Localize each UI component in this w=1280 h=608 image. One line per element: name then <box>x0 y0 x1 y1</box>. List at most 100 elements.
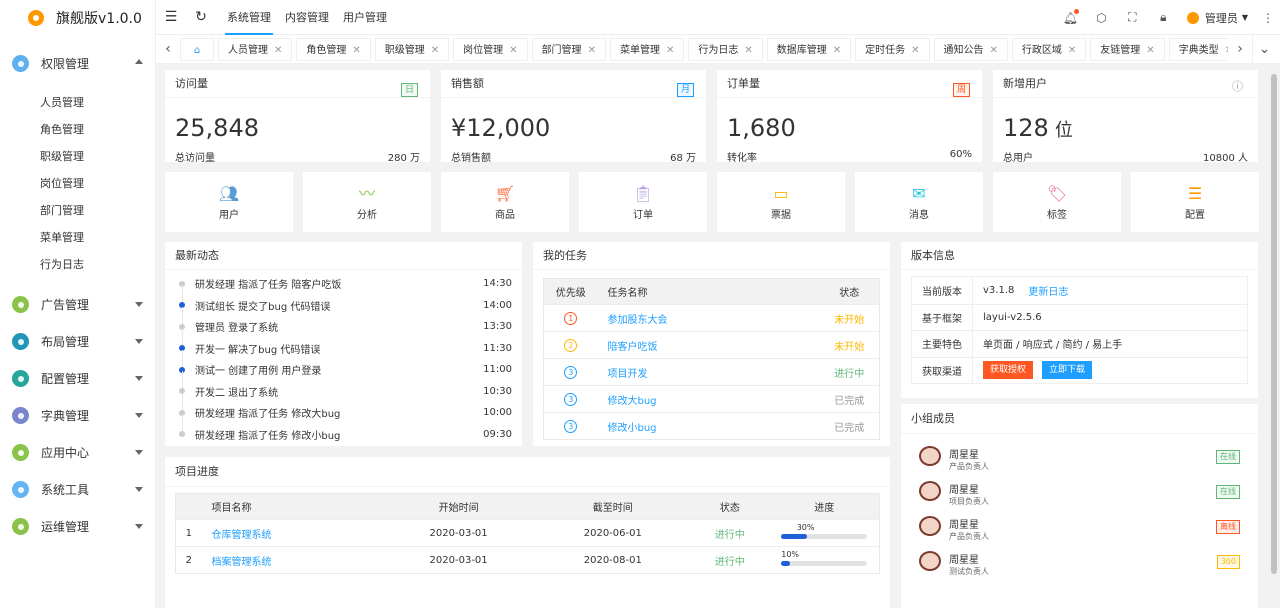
quick-link-users[interactable]: 👥︎ 用户 <box>165 172 293 232</box>
quick-link-label: 用户 <box>219 210 239 221</box>
sidebar-item[interactable]: 角色管理 <box>0 116 155 143</box>
top-right-tools: 🔔︎ ⬡ ⛶ 🔒︎ 管理员 ▼ ⋮ <box>1055 0 1280 35</box>
top-nav-item[interactable]: 系统管理 <box>220 0 278 35</box>
sidebar-group[interactable]: 配置管理 <box>0 360 155 397</box>
stat-sub-label: 总用户 <box>1003 153 1033 164</box>
tab-item[interactable]: 部门管理 ✕ <box>531 37 606 61</box>
bell-icon[interactable]: 🔔︎ <box>1055 0 1086 35</box>
page-scrollbar[interactable] <box>1268 64 1280 608</box>
tab-prev-icon[interactable]: ‹ <box>156 35 180 64</box>
sidebar-group[interactable]: 广告管理 <box>0 286 155 323</box>
close-icon[interactable]: ✕ <box>990 45 998 56</box>
close-icon[interactable]: ✕ <box>352 45 360 56</box>
top-nav-item[interactable]: 用户管理 <box>336 0 394 35</box>
tab-item[interactable]: 菜单管理 ✕ <box>609 37 685 61</box>
pulse-icon: 〰 <box>358 184 375 203</box>
tab-label: 行政区域 <box>1021 44 1062 56</box>
sidebar-item[interactable]: 人员管理 <box>0 89 155 116</box>
task-name-link[interactable]: 项目开发 <box>597 358 820 386</box>
avatar <box>919 551 941 571</box>
lock-icon[interactable]: 🔒︎ <box>1148 0 1179 35</box>
download-button[interactable]: 立即下载 <box>1042 361 1093 380</box>
activity-time: 11:30 <box>483 342 512 354</box>
changelog-link[interactable]: 更新日志 <box>1028 283 1068 298</box>
close-icon[interactable]: ✕ <box>1146 45 1154 56</box>
sidebar-group[interactable]: 运维管理 <box>0 508 155 545</box>
quick-link-sliders[interactable]: ☰ 配置 <box>1131 172 1259 232</box>
sidebar-group[interactable]: 应用中心 <box>0 434 155 471</box>
quick-link-tag[interactable]: 🏷︎ 标签 <box>993 172 1121 232</box>
menu-toggle-icon[interactable]: ☰ <box>156 0 186 35</box>
version-row: 获取渠道 获取授权 立即下载 <box>912 356 1247 383</box>
tab-item[interactable]: 友链管理 ✕ <box>1090 37 1165 61</box>
task-name-link[interactable]: 参加股东大会 <box>597 304 820 332</box>
tab-item[interactable]: 数据库管理 ✕ <box>766 37 852 61</box>
close-icon[interactable]: ✕ <box>509 45 517 56</box>
scrollbar-thumb[interactable] <box>1271 74 1277 574</box>
project-name-link[interactable]: 档案管理系统 <box>201 546 382 574</box>
tab-item[interactable]: 岗位管理 ✕ <box>453 37 528 61</box>
close-icon[interactable]: ✕ <box>274 45 282 56</box>
tab-item[interactable]: 字典类型✕ <box>1168 37 1228 61</box>
get-license-button[interactable]: 获取授权 <box>983 361 1034 380</box>
sidebar-group[interactable]: 系统工具 <box>0 471 155 508</box>
close-icon[interactable]: ✕ <box>1068 45 1076 56</box>
close-icon[interactable]: ✕ <box>588 45 596 56</box>
tab-item[interactable]: 行为日志 ✕ <box>688 37 763 61</box>
user-menu[interactable]: 管理员 ▼ <box>1179 10 1256 26</box>
tab-menu-icon[interactable]: ⌄ <box>1252 34 1276 64</box>
close-icon[interactable]: ✕ <box>431 45 439 56</box>
tab-next-icon[interactable]: › <box>1228 35 1252 64</box>
cart-icon: 🛒︎ <box>494 184 516 203</box>
chevron-up-icon <box>135 59 143 64</box>
home-tab[interactable]: ⌂ <box>180 37 214 61</box>
quick-link-clipboard[interactable]: 📋︎ 订单 <box>579 172 707 232</box>
quick-link-pulse[interactable]: 〰分析 <box>303 172 431 232</box>
tab-item[interactable]: 通知公告 ✕ <box>933 37 1008 61</box>
table-row: 2 档案管理系统 2020-03-01 2020-08-01 进行中 10% <box>175 546 880 574</box>
close-icon[interactable]: ✕ <box>744 45 752 56</box>
task-name-link[interactable]: 陪客户吃饭 <box>597 331 820 359</box>
project-start: 2020-03-01 <box>381 519 536 547</box>
sidebar-group[interactable]: 布局管理 <box>0 323 155 360</box>
tab-item[interactable]: 职级管理 ✕ <box>374 37 450 61</box>
top-nav-item[interactable]: 内容管理 <box>278 0 336 35</box>
project-end: 2020-08-01 <box>535 546 690 574</box>
fullscreen-icon[interactable]: ⛶ <box>1117 0 1148 35</box>
tag-icon[interactable]: ⬡ <box>1086 0 1117 35</box>
close-icon[interactable]: ✕ <box>833 45 841 56</box>
sidebar-item[interactable]: 部门管理 <box>0 197 155 224</box>
sidebar-item[interactable]: 菜单管理 <box>0 224 155 251</box>
sidebar-group[interactable]: 字典管理 <box>0 397 155 434</box>
sidebar-item[interactable]: 岗位管理 <box>0 170 155 197</box>
sidebar-item[interactable]: 行为日志 <box>0 251 155 278</box>
quick-link-cart[interactable]: 🛒︎ 商品 <box>441 172 569 232</box>
activity-item: 研发经理 指派了任务 陪客户吃饭 14:30 <box>165 273 522 305</box>
tab-item[interactable]: 角色管理 ✕ <box>296 37 371 61</box>
task-name-link[interactable]: 修改大bug <box>597 385 820 413</box>
task-name-link[interactable]: 修改小bug <box>597 412 820 440</box>
close-icon[interactable]: ✕ <box>911 45 919 56</box>
sidebar-group[interactable]: 权限管理 <box>0 45 155 82</box>
refresh-icon[interactable]: ↻ <box>186 0 216 35</box>
team-member: 周星星 产品负责人 离线 <box>901 508 1258 543</box>
tab-item[interactable]: 人员管理 ✕ <box>218 37 293 61</box>
priority-badge: 3 <box>564 365 578 379</box>
quick-link-label: 配置 <box>1185 210 1205 221</box>
tab-item[interactable]: 定时任务 ✕ <box>855 37 930 61</box>
project-progress: 10% <box>769 546 880 574</box>
sidebar-item[interactable]: 职级管理 <box>0 143 155 170</box>
quick-link-mail[interactable]: ✉ 消息 <box>855 172 983 232</box>
progress-header-status: 状态 <box>689 493 770 520</box>
project-progress: 30% <box>769 519 880 547</box>
tag-icon: 🏷︎ <box>1046 184 1068 203</box>
tab-item[interactable]: 行政区域 ✕ <box>1011 37 1087 61</box>
member-role: 项目负责人 <box>949 497 989 506</box>
app-logo[interactable]: 旗舰版v1.0.0 <box>0 0 155 35</box>
close-icon[interactable]: ✕ <box>666 45 674 56</box>
more-icon[interactable]: ⋮ <box>1256 0 1280 35</box>
quick-link-card[interactable]: ▭ 票据 <box>717 172 845 232</box>
tab-label: 行为日志 <box>698 44 739 56</box>
task-priority-cell: 3 <box>543 412 598 440</box>
project-name-link[interactable]: 仓库管理系统 <box>201 519 382 547</box>
